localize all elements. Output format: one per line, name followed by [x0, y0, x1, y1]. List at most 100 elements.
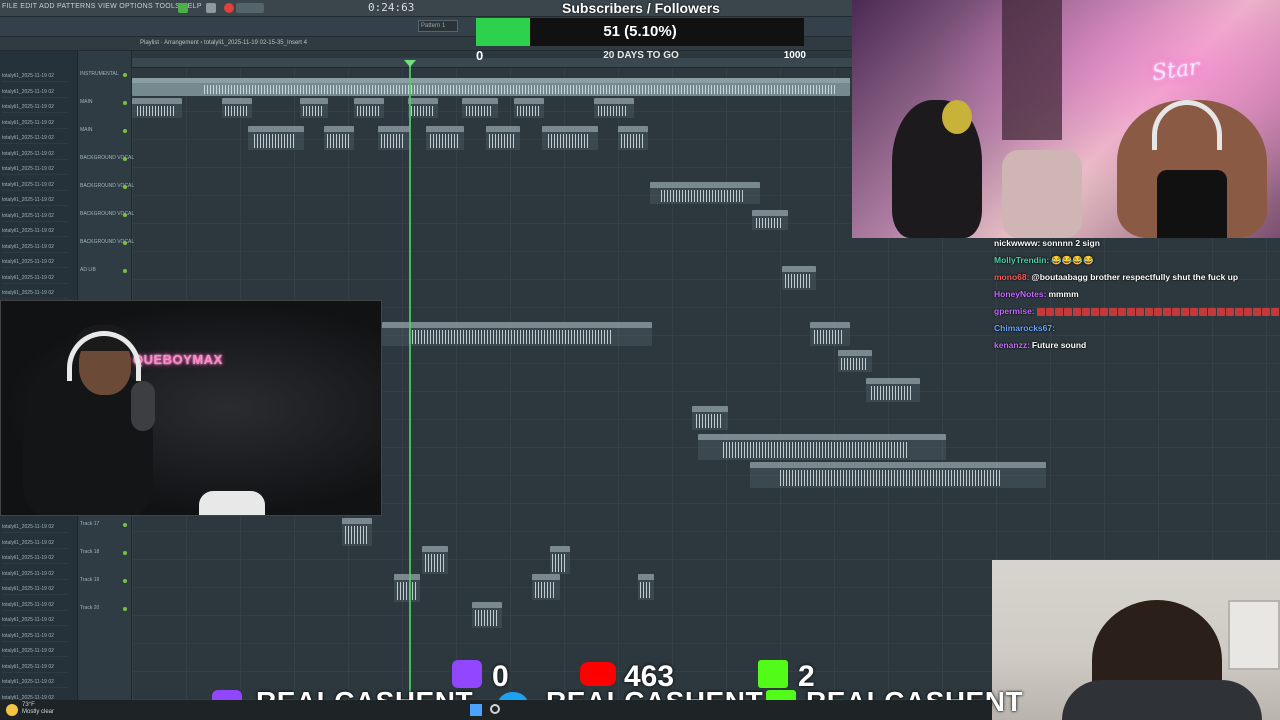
browser-item[interactable]: totalyli1_2025-11-19 02 — [2, 600, 68, 611]
track-header-label[interactable]: Track 17 — [80, 521, 99, 527]
playhead-marker[interactable] — [404, 60, 416, 67]
audio-clip[interactable] — [638, 574, 654, 600]
search-icon[interactable] — [490, 704, 500, 714]
track-mute-led[interactable] — [123, 129, 127, 133]
browser-item[interactable]: totalyli1_2025-11-19 02 — [2, 195, 68, 206]
audio-clip[interactable] — [532, 574, 560, 600]
audio-clip[interactable] — [382, 322, 652, 346]
browser-item[interactable]: totalyli1_2025-11-19 02 — [2, 71, 68, 82]
track-header-label[interactable]: MAIN — [80, 127, 93, 133]
playhead[interactable] — [409, 62, 411, 700]
track-mute-led[interactable] — [123, 579, 127, 583]
browser-item[interactable]: totalyli1_2025-11-19 02 — [2, 677, 68, 688]
browser-item[interactable]: totalyli1_2025-11-19 02 — [2, 242, 68, 253]
track-mute-led[interactable] — [123, 185, 127, 189]
audio-clip[interactable] — [324, 126, 354, 150]
track-mute-led[interactable] — [123, 551, 127, 555]
browser-item[interactable]: totalyli1_2025-11-19 02 — [2, 631, 68, 642]
audio-clip[interactable] — [422, 546, 448, 574]
audio-clip[interactable] — [514, 98, 544, 118]
track-mute-led[interactable] — [123, 157, 127, 161]
audio-clip[interactable] — [542, 126, 598, 150]
browser-item[interactable]: totalyli1_2025-11-19 02 — [2, 133, 68, 144]
audio-clip[interactable] — [650, 182, 760, 204]
audio-clip[interactable] — [222, 98, 252, 118]
track-header-label[interactable]: INSTRUMENTAL — [80, 71, 119, 77]
play-button[interactable] — [178, 3, 188, 13]
pattern-selector[interactable]: Pattern 1 — [418, 20, 458, 32]
chat-username[interactable]: HoneyNotes: — [994, 289, 1046, 299]
browser-item[interactable]: totalyli1_2025-11-19 02 — [2, 615, 68, 626]
daw-menu[interactable]: FILE EDIT ADD PATTERNS VIEW OPTIONS TOOL… — [2, 3, 202, 10]
audio-clip[interactable] — [782, 266, 816, 290]
chat-username[interactable]: Chimarocks67: — [994, 323, 1055, 333]
audio-clip[interactable] — [550, 546, 570, 574]
audio-clip[interactable] — [752, 210, 788, 230]
track-mute-led[interactable] — [123, 269, 127, 273]
audio-clip[interactable] — [472, 602, 502, 628]
track-mute-led[interactable] — [123, 607, 127, 611]
clip-instrumental[interactable] — [132, 78, 850, 96]
stop-button[interactable] — [206, 3, 216, 13]
browser-item[interactable]: totalyli1_2025-11-19 02 — [2, 662, 68, 673]
track-mute-led[interactable] — [123, 73, 127, 77]
audio-clip[interactable] — [426, 126, 464, 150]
browser-item[interactable]: totalyli1_2025-11-19 02 — [2, 646, 68, 657]
audio-clip[interactable] — [300, 98, 328, 118]
audio-clip[interactable] — [486, 126, 520, 150]
track-mute-led[interactable] — [123, 241, 127, 245]
browser-item[interactable]: totalyli1_2025-11-19 02 — [2, 553, 68, 564]
waveform — [779, 470, 1002, 486]
audio-clip[interactable] — [394, 574, 420, 602]
track-header-label[interactable]: Track 20 — [80, 605, 99, 611]
browser-item[interactable]: totalyli1_2025-11-19 02 — [2, 226, 68, 237]
audio-clip[interactable] — [594, 98, 634, 118]
tempo-display[interactable] — [236, 3, 264, 13]
audio-clip[interactable] — [698, 434, 946, 460]
browser-item[interactable]: totalyli1_2025-11-19 02 — [2, 257, 68, 268]
audio-clip[interactable] — [342, 518, 372, 546]
chat-username[interactable]: MollyTrendin: — [994, 255, 1049, 265]
chair — [1002, 150, 1082, 238]
browser-item[interactable]: totalyli1_2025-11-19 02 — [2, 180, 68, 191]
audio-clip[interactable] — [378, 126, 410, 150]
browser-item[interactable]: totalyli1_2025-11-19 02 — [2, 538, 68, 549]
audio-clip[interactable] — [462, 98, 498, 118]
audio-clip[interactable] — [692, 406, 728, 430]
chat-username[interactable]: nickwwww: — [994, 238, 1040, 248]
track-mute-led[interactable] — [123, 523, 127, 527]
browser-item[interactable]: totalyli1_2025-11-19 02 — [2, 211, 68, 222]
browser-item[interactable]: totalyli1_2025-11-19 02 — [2, 149, 68, 160]
track-header-label[interactable]: Track 19 — [80, 577, 99, 583]
browser-item[interactable]: totalyli1_2025-11-19 02 — [2, 87, 68, 98]
browser-item[interactable]: totalyli1_2025-11-19 02 — [2, 584, 68, 595]
chat-username[interactable]: kenanzz: — [994, 340, 1030, 350]
audio-clip[interactable] — [866, 378, 920, 402]
browser-item[interactable]: totalyli1_2025-11-19 02 — [2, 164, 68, 175]
audio-clip[interactable] — [408, 98, 438, 118]
browser-item[interactable]: totalyli1_2025-11-19 02 — [2, 288, 68, 299]
audio-clip[interactable] — [618, 126, 648, 150]
audio-clip[interactable] — [810, 322, 850, 346]
audio-clip[interactable] — [838, 350, 872, 372]
audio-clip[interactable] — [132, 98, 182, 118]
track-header-label[interactable]: MAIN — [80, 99, 93, 105]
browser-item[interactable]: totalyli1_2025-11-19 02 — [2, 522, 68, 533]
track-mute-led[interactable] — [123, 213, 127, 217]
track-mute-led[interactable] — [123, 101, 127, 105]
emote-icon — [1108, 307, 1117, 316]
track-header-label[interactable]: Track 18 — [80, 549, 99, 555]
record-button[interactable] — [224, 3, 234, 13]
browser-item[interactable]: totalyli1_2025-11-19 02 — [2, 569, 68, 580]
windows-start-icon[interactable] — [470, 704, 482, 716]
audio-clip[interactable] — [750, 462, 1046, 488]
chat-username[interactable]: mono68: — [994, 272, 1029, 282]
weather-widget[interactable]: 73°F Mostly clear — [22, 702, 54, 716]
audio-clip[interactable] — [354, 98, 384, 118]
track-header-label[interactable]: AD LIB — [80, 267, 96, 273]
browser-item[interactable]: totalyli1_2025-11-19 02 — [2, 118, 68, 129]
audio-clip[interactable] — [248, 126, 304, 150]
browser-item[interactable]: totalyli1_2025-11-19 02 — [2, 273, 68, 284]
chat-username[interactable]: gpermise: — [994, 306, 1035, 316]
browser-item[interactable]: totalyli1_2025-11-19 02 — [2, 102, 68, 113]
